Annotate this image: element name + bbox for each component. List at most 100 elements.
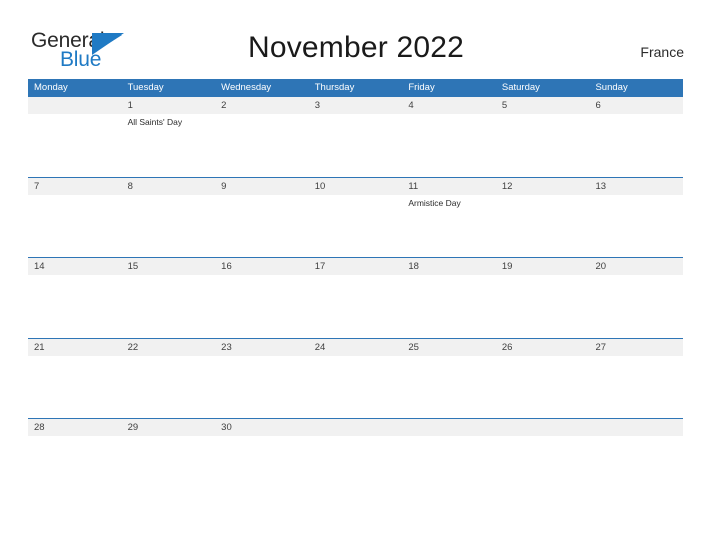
day-number: 6: [595, 100, 601, 111]
day-event-cell[interactable]: [496, 195, 590, 257]
day-cell[interactable]: 28: [28, 419, 122, 436]
day-event-cell[interactable]: [122, 275, 216, 337]
day-event-cell[interactable]: [28, 195, 122, 257]
day-event-cell[interactable]: [589, 114, 683, 176]
day-event-cell[interactable]: [309, 436, 403, 498]
day-event-cell[interactable]: [28, 114, 122, 176]
day-cell[interactable]: 5: [496, 97, 590, 114]
day-cell[interactable]: [496, 419, 590, 436]
day-cell[interactable]: 9: [215, 178, 309, 195]
day-event-cell[interactable]: [122, 436, 216, 498]
day-cell[interactable]: 20: [589, 258, 683, 275]
day-event-cell[interactable]: [215, 275, 309, 337]
day-event-cell[interactable]: All Saints' Day: [122, 114, 216, 176]
day-event-cell[interactable]: [122, 356, 216, 418]
day-cell[interactable]: 21: [28, 339, 122, 356]
day-event-cell[interactable]: [402, 436, 496, 498]
week-number-band: 28 29 30: [28, 419, 683, 436]
day-cell[interactable]: 12: [496, 178, 590, 195]
weekday-header-wednesday: Wednesday: [221, 82, 272, 93]
day-cell[interactable]: 26: [496, 339, 590, 356]
day-cell[interactable]: 15: [122, 258, 216, 275]
day-event-cell[interactable]: [215, 356, 309, 418]
day-event-cell[interactable]: [496, 275, 590, 337]
day-number: 29: [127, 422, 139, 433]
day-number: 12: [501, 180, 513, 192]
day-event-cell[interactable]: [496, 114, 590, 176]
day-event-cell[interactable]: [589, 195, 683, 257]
day-number: 16: [221, 261, 232, 272]
day-number: 21: [34, 341, 45, 353]
day-cell[interactable]: [402, 419, 496, 436]
day-event-cell[interactable]: [402, 275, 496, 337]
event-label: All Saints' Day: [127, 117, 183, 127]
day-number: 25: [408, 341, 419, 353]
day-event-cell[interactable]: [402, 356, 496, 418]
day-number: 18: [408, 261, 419, 272]
day-cell[interactable]: 11: [402, 178, 496, 195]
day-cell[interactable]: 2: [215, 97, 309, 114]
weekday-header-tuesday: Tuesday: [127, 82, 164, 93]
day-event-cell[interactable]: [589, 275, 683, 337]
day-cell[interactable]: 14: [28, 258, 122, 275]
day-number: 22: [127, 341, 139, 353]
day-cell[interactable]: 6: [589, 97, 683, 114]
day-cell[interactable]: 19: [496, 258, 590, 275]
day-event-cell[interactable]: [309, 356, 403, 418]
day-number: 5: [501, 100, 508, 111]
day-cell[interactable]: 4: [402, 97, 496, 114]
week-number-band: 1 2 3 4 5 6: [28, 97, 683, 114]
week-event-area: [28, 275, 683, 337]
day-cell[interactable]: 13: [589, 178, 683, 195]
day-number: 13: [595, 180, 607, 192]
day-event-cell[interactable]: [28, 356, 122, 418]
day-cell[interactable]: 27: [589, 339, 683, 356]
day-event-cell[interactable]: Armistice Day: [402, 195, 496, 257]
week-number-band: 21 22 23 24 25 26 27: [28, 338, 683, 356]
day-cell[interactable]: 8: [122, 178, 216, 195]
day-number: 2: [221, 100, 227, 111]
day-cell[interactable]: 25: [402, 339, 496, 356]
day-event-cell[interactable]: [215, 195, 309, 257]
day-cell[interactable]: 7: [28, 178, 122, 195]
country-label: France: [640, 44, 684, 60]
day-cell[interactable]: [28, 97, 122, 114]
day-number: 19: [501, 261, 513, 272]
day-event-cell[interactable]: [28, 436, 122, 498]
day-event-cell[interactable]: [215, 436, 309, 498]
day-event-cell[interactable]: [309, 114, 403, 176]
weekday-header-friday: Friday: [408, 82, 435, 93]
day-number: 15: [127, 261, 139, 272]
day-cell[interactable]: 23: [215, 339, 309, 356]
day-number: 28: [34, 422, 45, 433]
day-cell[interactable]: 24: [309, 339, 403, 356]
day-cell[interactable]: 30: [215, 419, 309, 436]
day-event-cell[interactable]: [589, 436, 683, 498]
day-cell[interactable]: 18: [402, 258, 496, 275]
week-row: 14 15 16 17 18 19 20: [28, 257, 683, 338]
day-cell[interactable]: 22: [122, 339, 216, 356]
day-cell[interactable]: 16: [215, 258, 309, 275]
day-cell[interactable]: 1: [122, 97, 216, 114]
day-event-cell[interactable]: [215, 114, 309, 176]
day-event-cell[interactable]: [496, 436, 590, 498]
day-event-cell[interactable]: [309, 195, 403, 257]
day-number: 9: [221, 180, 227, 192]
day-number: 14: [34, 261, 45, 272]
day-event-cell[interactable]: [496, 356, 590, 418]
day-event-cell[interactable]: [309, 275, 403, 337]
day-cell[interactable]: 29: [122, 419, 216, 436]
weekday-header-sunday: Sunday: [595, 82, 628, 93]
day-cell[interactable]: [309, 419, 403, 436]
day-cell[interactable]: 10: [309, 178, 403, 195]
day-event-cell[interactable]: [122, 195, 216, 257]
day-event-cell[interactable]: [402, 114, 496, 176]
weekday-header-monday: Monday: [34, 82, 68, 93]
day-cell[interactable]: 17: [309, 258, 403, 275]
day-cell[interactable]: [589, 419, 683, 436]
week-number-band: 14 15 16 17 18 19 20: [28, 258, 683, 275]
day-event-cell[interactable]: [589, 356, 683, 418]
day-event-cell[interactable]: [28, 275, 122, 337]
day-number: 3: [314, 100, 321, 111]
day-cell[interactable]: 3: [309, 97, 403, 114]
